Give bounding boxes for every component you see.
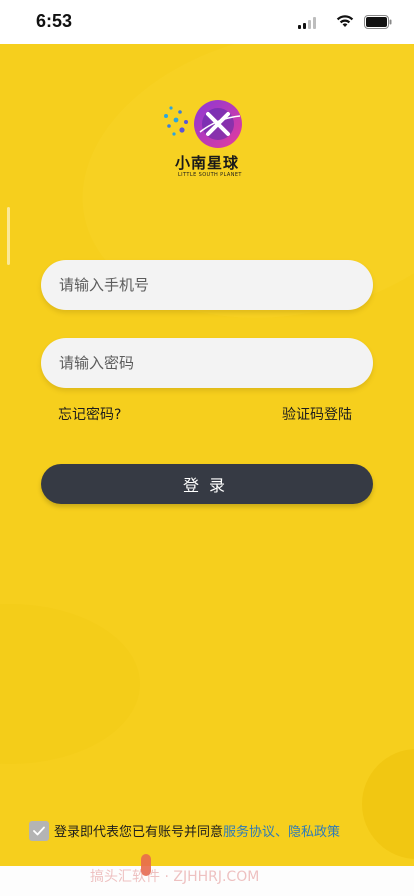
logo-name: 小南星球 — [175, 154, 240, 172]
password-field[interactable] — [41, 338, 373, 388]
agreement-separator: 、 — [275, 825, 289, 840]
battery-icon — [364, 15, 392, 29]
forgot-password-link[interactable]: 忘记密码? — [58, 404, 121, 424]
agreement-prefix: 登录即代表您已有账号并同意 — [54, 825, 224, 840]
wifi-icon — [336, 15, 354, 27]
login-button[interactable]: 登录 — [41, 464, 373, 504]
agreement-text: 登录即代表您已有账号并同意服务协议、隐私政策 — [54, 821, 340, 840]
terms-of-service-link[interactable]: 服务协议 — [223, 825, 275, 840]
sms-code-login-link[interactable]: 验证码登陆 — [282, 404, 352, 424]
status-bar: 6:53 — [0, 0, 414, 44]
background-blob — [362, 749, 414, 859]
cellular-signal-icon — [298, 17, 316, 29]
password-input[interactable] — [59, 338, 355, 388]
watermark-text: 搞头汇软件 · ZJHHRJ.COM — [90, 869, 260, 885]
logo-subtitle: LITTLE SOUTH PLANET — [178, 172, 242, 178]
privacy-policy-link[interactable]: 隐私政策 — [288, 825, 340, 840]
phone-field[interactable] — [41, 260, 373, 310]
agreement-checkbox[interactable] — [29, 821, 49, 841]
checkmark-icon — [33, 826, 45, 836]
edge-scroll-indicator — [7, 207, 10, 265]
background-blob — [0, 604, 140, 764]
status-time: 6:53 — [36, 11, 73, 31]
phone-input[interactable] — [59, 260, 355, 310]
